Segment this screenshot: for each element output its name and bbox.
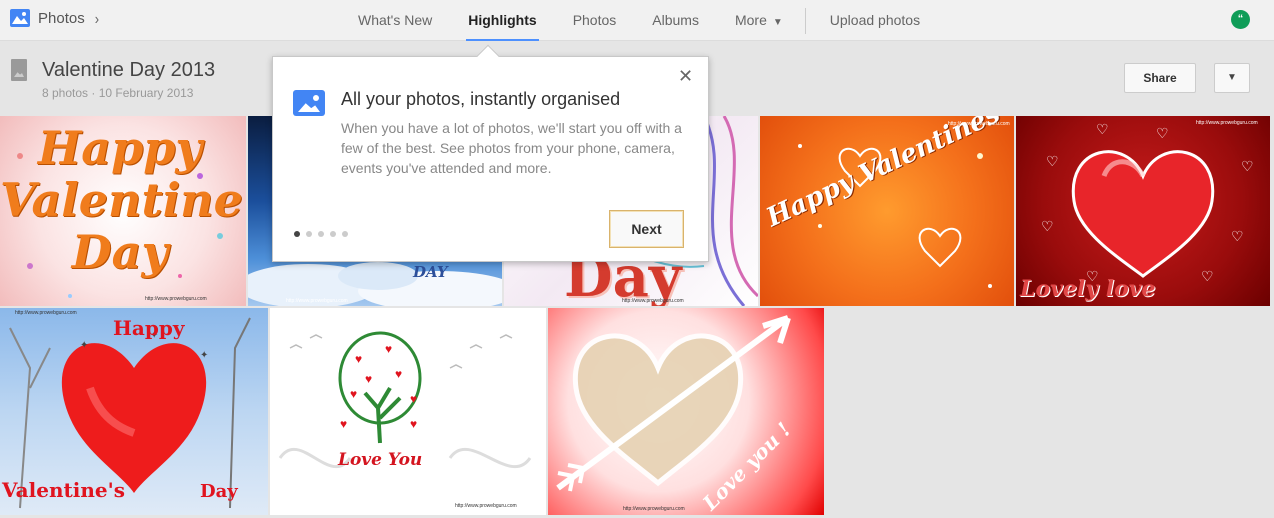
upload-photos-link[interactable]: Upload photos <box>812 0 938 41</box>
svg-text:♥: ♥ <box>350 387 357 401</box>
photo-caption: DAY <box>413 263 448 281</box>
photo-watermark: http://www.prowebguru.com <box>1196 120 1258 126</box>
photo-tile[interactable]: Love you ! http://www.prowebguru.com <box>548 308 824 515</box>
photos-icon <box>293 90 325 116</box>
close-icon[interactable]: ✕ <box>678 66 693 87</box>
popup-title: All your photos, instantly organised <box>341 89 621 109</box>
photo-caption-left: Valentine's <box>2 478 125 502</box>
photo-watermark: http://www.prowebguru.com <box>948 121 1010 127</box>
svg-text:♡: ♡ <box>1241 158 1254 174</box>
photo-watermark: http://www.prowebguru.com <box>623 506 685 512</box>
step-indicator <box>294 231 348 237</box>
popup-text: When you have a lot of photos, we'll sta… <box>341 120 682 176</box>
svg-text:♥: ♥ <box>410 392 417 406</box>
photo-caption: Happy Valentine's Day <box>0 121 246 279</box>
photo-art: ♥♥ ♥ ♥ ♥ ♥ ♥♥ <box>278 331 532 469</box>
tab-label: Highlights <box>468 12 537 28</box>
nav-divider <box>804 8 806 34</box>
svg-text:♡: ♡ <box>1231 228 1244 244</box>
chevron-down-icon: ▼ <box>772 17 783 28</box>
top-bar: Photos › What's New Highlights Photos Al… <box>0 0 1274 41</box>
app-name: Photos <box>38 9 85 27</box>
photo-art <box>556 315 791 492</box>
photo-watermark: http://www.prowebguru.com <box>622 298 684 304</box>
tab-label: What's New <box>358 12 433 28</box>
chevron-right-icon: › <box>94 9 100 27</box>
hangouts-icon[interactable]: “ <box>1231 10 1250 29</box>
tab-label: Albums <box>652 12 699 28</box>
svg-text:♥: ♥ <box>340 417 347 431</box>
svg-text:♥: ♥ <box>410 417 417 431</box>
svg-text:♥: ♥ <box>385 342 392 356</box>
tab-label: More <box>734 12 767 28</box>
photo-caption: Lovely love <box>1020 276 1156 302</box>
photo-tile[interactable]: Happy Valentines day http://www.prowebgu… <box>760 116 1014 306</box>
step-dot <box>306 231 312 237</box>
step-dot <box>330 231 336 237</box>
tab-more[interactable]: More ▼ <box>717 0 801 41</box>
share-button[interactable]: Share <box>1124 63 1196 93</box>
photo-tile[interactable]: ♡ ♡ ♡ ♡ ♡ ♡ ♡ ♡ Lovely love http://www.p… <box>1016 116 1270 306</box>
photo-tile[interactable]: ✦ ✦ ✦ Happy Valentine's Day http://www.pr… <box>0 308 268 515</box>
photo-count: 8 photos <box>42 86 89 100</box>
step-dot <box>342 231 348 237</box>
chevron-down-icon: ▼ <box>1227 72 1237 83</box>
photo-watermark: http://www.prowebguru.com <box>145 296 207 302</box>
photo-tile[interactable]: Happy Valentine's Day http://www.prowebg… <box>0 116 246 306</box>
step-dot <box>318 231 324 237</box>
album-icon <box>11 59 27 81</box>
photos-app-link[interactable]: Photos › <box>10 9 99 27</box>
album-options-button[interactable]: ▼ <box>1214 63 1250 93</box>
tab-albums[interactable]: Albums <box>634 0 717 41</box>
svg-text:♥: ♥ <box>355 352 362 366</box>
album-title: Valentine Day 2013 <box>42 59 216 81</box>
photo-watermark: http://www.prowebguru.com <box>455 503 517 509</box>
svg-text:✦: ✦ <box>80 340 88 351</box>
main-nav: What's New Highlights Photos Albums More… <box>340 0 938 41</box>
album-meta: 8 photos · 10 February 2013 <box>42 86 193 100</box>
photos-icon <box>10 9 30 27</box>
step-dot-active <box>294 231 300 237</box>
tab-highlights[interactable]: Highlights <box>450 0 554 41</box>
upload-label: Upload photos <box>829 12 921 28</box>
photo-tile[interactable]: ♥ ♥ ♥ ♥ ♥ ♥ ♥ ♥ Love You http://www.prowebgu… <box>270 308 546 515</box>
tab-whats-new[interactable]: What's New <box>340 0 450 41</box>
album-date: 10 February 2013 <box>98 86 194 100</box>
photo-watermark: http://www.prowebguru.com <box>15 310 77 316</box>
svg-text:♡: ♡ <box>1156 125 1169 141</box>
tab-photos[interactable]: Photos <box>555 0 635 41</box>
svg-text:♥: ♥ <box>395 367 402 381</box>
meta-separator: · <box>91 86 99 100</box>
photo-caption-top: Happy <box>113 316 185 340</box>
tab-label: Photos <box>572 12 617 28</box>
svg-text:♥: ♥ <box>365 372 372 386</box>
onboarding-popup: ✕ All your photos, instantly organised W… <box>272 44 709 262</box>
svg-text:♡: ♡ <box>1046 153 1059 169</box>
photo-caption: Love You <box>338 450 423 470</box>
svg-text:✦: ✦ <box>200 350 208 361</box>
photo-watermark: http://www.prowebguru.com <box>286 298 348 304</box>
svg-text:♡: ♡ <box>1041 218 1054 234</box>
next-button[interactable]: Next <box>609 210 684 248</box>
svg-text:♡: ♡ <box>1096 121 1109 137</box>
svg-text:♡: ♡ <box>1201 268 1214 284</box>
photo-caption-right: Day <box>200 481 238 502</box>
